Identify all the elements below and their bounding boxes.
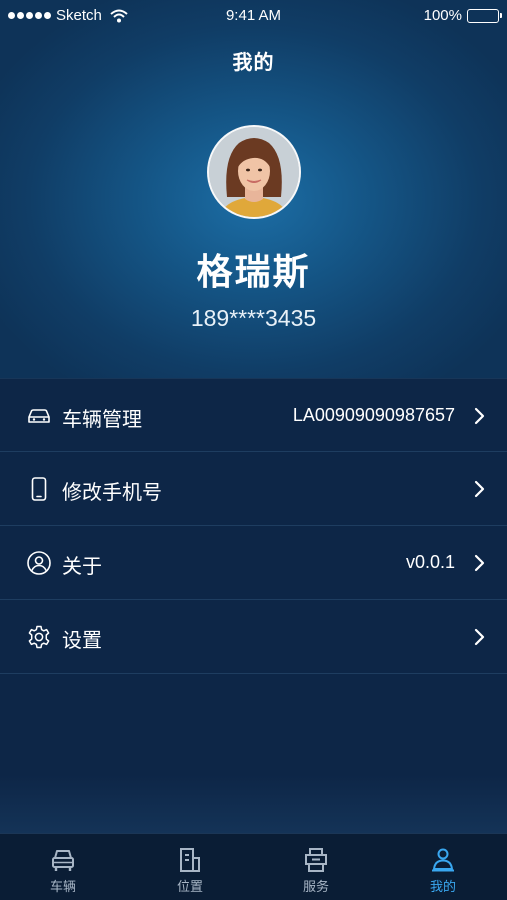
profile-header: Sketch 9:41 AM 100% 我的 格瑞斯 189****3435 — [0, 0, 507, 378]
printer-icon — [305, 848, 327, 872]
tab-location[interactable]: 位置 — [127, 834, 253, 900]
battery-icon — [467, 8, 502, 23]
menu-item-vehicle-management[interactable]: 车辆管理 LA00909090987657 — [0, 378, 507, 452]
tab-bar: 车辆 位置 服务 我的 — [0, 833, 507, 900]
menu-item-settings[interactable]: 设置 — [0, 600, 507, 674]
tab-mine[interactable]: 我的 — [380, 834, 506, 900]
menu-item-about[interactable]: 关于 v0.0.1 — [0, 526, 507, 600]
version-value: v0.0.1 — [405, 552, 455, 572]
page-title: 我的 — [232, 50, 275, 74]
tab-service[interactable]: 服务 — [253, 834, 379, 900]
building-icon — [180, 848, 200, 872]
tab-label: 我的 — [429, 880, 456, 895]
menu-item-label: 设置 — [62, 628, 102, 652]
status-right: 100% — [423, 7, 502, 24]
tab-label: 车辆 — [49, 880, 76, 895]
car-icon — [28, 409, 50, 423]
chevron-right-icon — [474, 554, 485, 572]
tab-label: 位置 — [176, 880, 203, 895]
avatar-photo — [209, 127, 299, 217]
tab-label: 服务 — [302, 880, 329, 895]
battery-percent: 100% — [423, 7, 462, 24]
profile-screen: Sketch 9:41 AM 100% 我的 格瑞斯 189****3435 车… — [0, 0, 507, 900]
user-circle-icon — [27, 551, 51, 575]
gear-icon — [28, 625, 50, 649]
status-bar: Sketch 9:41 AM 100% — [0, 0, 507, 32]
car-front-icon — [52, 850, 74, 871]
avatar[interactable] — [207, 125, 301, 219]
person-icon — [432, 848, 454, 872]
menu-item-label: 修改手机号 — [62, 480, 162, 504]
tab-vehicle[interactable]: 车辆 — [0, 834, 126, 900]
user-name: 格瑞斯 — [196, 252, 311, 293]
user-phone: 189****3435 — [190, 305, 317, 331]
chevron-right-icon — [474, 407, 485, 425]
menu-item-change-phone[interactable]: 修改手机号 — [0, 452, 507, 526]
vehicle-id-value: LA00909090987657 — [292, 405, 455, 425]
menu-list: 车辆管理 LA00909090987657 修改手机号 关于 v0.0.1 设置 — [0, 378, 507, 833]
menu-item-label: 车辆管理 — [62, 407, 142, 431]
chevron-right-icon — [474, 628, 485, 646]
content-bottom-fade — [0, 775, 507, 833]
phone-icon — [31, 477, 47, 501]
chevron-right-icon — [474, 480, 485, 498]
menu-item-label: 关于 — [62, 554, 102, 578]
